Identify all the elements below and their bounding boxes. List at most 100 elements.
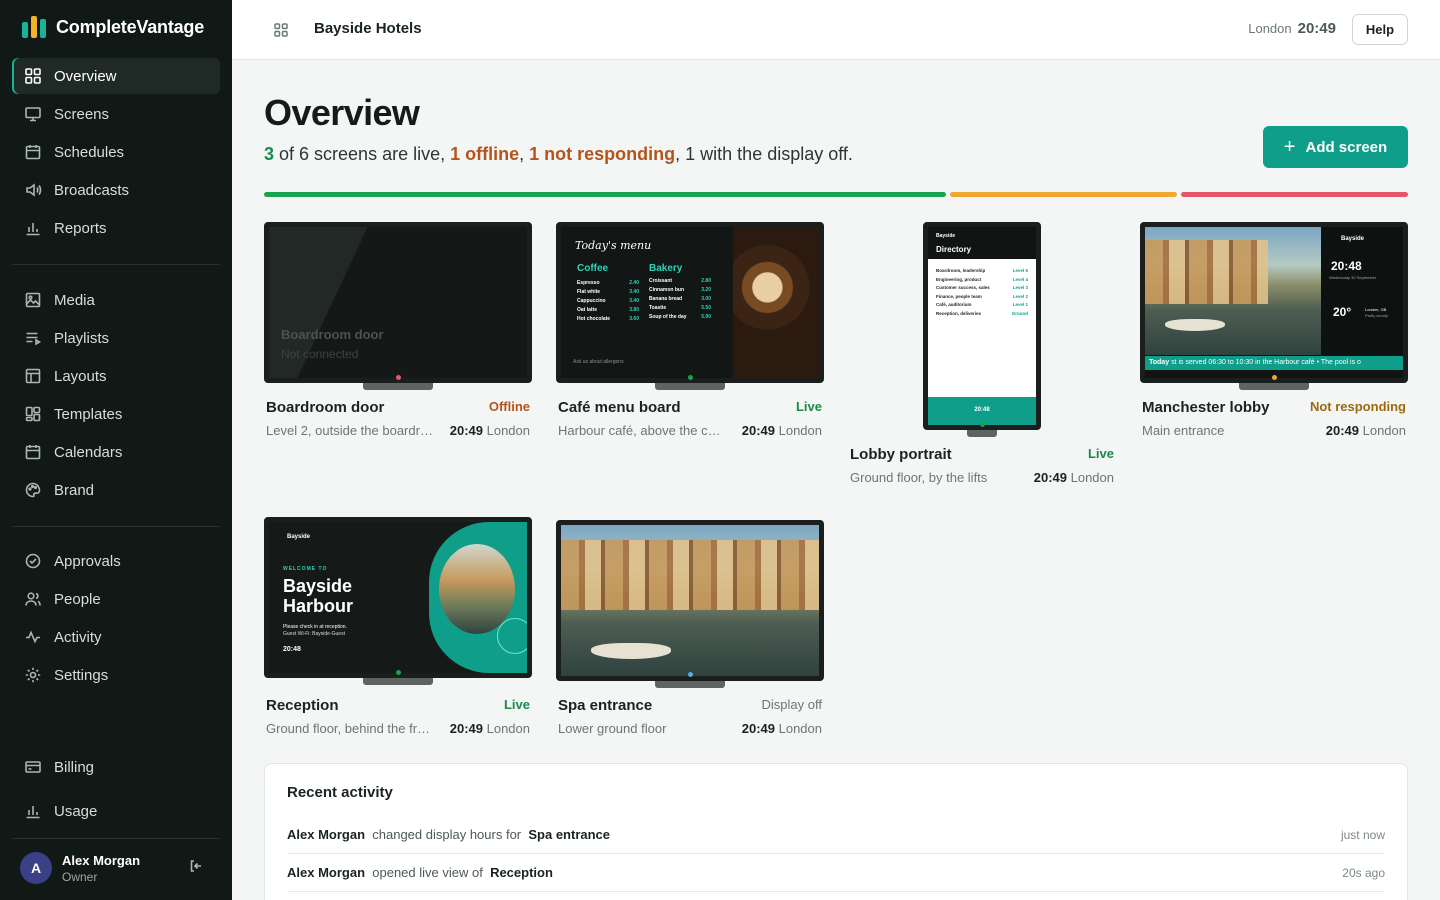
directory-row-label: Engineering, product	[936, 276, 982, 282]
welcome-clock: 20:48	[283, 646, 301, 653]
nav-divider	[12, 264, 220, 265]
directory-row-label: Reception, deliveries	[936, 310, 982, 316]
recent-activity-panel: Recent activity Alex Morgan changed disp…	[264, 763, 1408, 900]
status-led	[396, 670, 401, 675]
time-value: 20:49	[741, 721, 775, 736]
sidebar-item-label: Playlists	[54, 329, 110, 347]
summary-live-count: 3	[264, 144, 275, 164]
time-city: London	[486, 721, 530, 736]
directory-row-value: Ground	[1011, 310, 1028, 316]
sidebar-item-settings[interactable]: Settings	[12, 657, 220, 693]
activity-action: opened live view of	[372, 865, 483, 880]
bar-chart-icon	[26, 223, 40, 236]
screen-preview[interactable]	[556, 520, 824, 681]
screen-name[interactable]: Spa entrance	[558, 697, 652, 714]
screen-location: Ground floor, by the lifts	[850, 470, 988, 485]
screen-name[interactable]: Manchester lobby	[1142, 399, 1270, 416]
screen-name[interactable]: Boardroom door	[266, 399, 384, 416]
screen-stand	[655, 383, 725, 390]
activity-time: just now	[1340, 827, 1385, 842]
screen-preview[interactable]: Bayside 20:48 Wednesday 30 September 20°…	[1140, 222, 1408, 383]
time-value: 20:49	[449, 721, 483, 736]
directory-row: Boardroom, leadership Level 5	[936, 267, 1028, 276]
people-icon	[25, 592, 41, 606]
menu-row: Toastie 5.50	[649, 304, 711, 313]
screen-name[interactable]: Reception	[266, 697, 339, 714]
activity-target[interactable]: Reception	[490, 865, 553, 880]
card-icon	[25, 761, 41, 773]
decor-ring	[497, 618, 527, 654]
directory-row-label: Customer success, sales	[936, 285, 990, 290]
sidebar-item-calendars[interactable]: Calendars	[12, 434, 220, 470]
playlist-icon	[26, 332, 42, 346]
activity-actor[interactable]: Alex Morgan	[287, 827, 365, 842]
widget-temp: 20°	[1333, 305, 1352, 319]
directory-row-label: Café, auditorium	[936, 302, 972, 307]
sidebar-item-usage[interactable]: Usage	[12, 793, 220, 829]
canal-photo	[1145, 227, 1321, 355]
directory-row: Café, auditorium Level 1	[936, 301, 1028, 310]
menu-row-value: 3.00	[701, 296, 711, 302]
sidebar-item-screens[interactable]: Screens	[12, 96, 220, 132]
status-bar	[264, 192, 1408, 197]
sidebar-item-label: Brand	[54, 481, 95, 499]
activity-row[interactable]: Alex Morgan opened live view of Receptio…	[287, 854, 1385, 892]
sidebar-item-layouts[interactable]: Layouts	[12, 358, 220, 394]
sidebar-item-overview[interactable]: Overview	[12, 58, 220, 94]
brand[interactable]: CompleteVantage	[22, 16, 204, 38]
screen-stand	[967, 430, 997, 437]
sidebar-item-label: Overview	[54, 67, 117, 85]
summary-offline[interactable]: 1 offline	[450, 144, 519, 164]
sidebar-item-playlists[interactable]: Playlists	[12, 320, 220, 356]
menu-row-label: Oat latte	[577, 307, 598, 313]
menu-row-value: 3.20	[701, 287, 711, 293]
summary-not-responding[interactable]: 1 not responding	[529, 144, 675, 164]
screen-location: Main entrance	[1142, 423, 1225, 438]
menu-row: Soup of the day 5.90	[649, 313, 711, 322]
logout-icon[interactable]	[188, 858, 204, 874]
user-profile[interactable]: A Alex Morgan Owner	[20, 852, 140, 884]
sidebar-item-activity[interactable]: Activity	[12, 619, 220, 655]
header-clock: London 20:49	[1248, 20, 1336, 37]
screen-name[interactable]: Lobby portrait	[850, 446, 952, 463]
templates-icon	[25, 406, 41, 422]
status-badge: Display off	[761, 697, 822, 712]
menu-row-value: 2.80	[701, 278, 711, 284]
directory-row-value: Level 1	[1012, 302, 1028, 307]
directory-row-value: Level 3	[1012, 285, 1028, 290]
screen-preview[interactable]: Bayside WELCOME TO Bayside Harbour Pleas…	[264, 517, 532, 678]
org-name[interactable]: Bayside Hotels	[314, 20, 422, 37]
screen-location: Harbour café, above the counter	[558, 423, 722, 438]
sidebar-item-broadcasts[interactable]: Broadcasts	[12, 172, 220, 208]
activity-target[interactable]: Spa entrance	[528, 827, 610, 842]
help-button[interactable]: Help	[1352, 14, 1408, 45]
screen-name[interactable]: Café menu board	[558, 399, 681, 416]
sidebar-item-templates[interactable]: Templates	[12, 396, 220, 432]
sidebar-item-brand[interactable]: Brand	[12, 472, 220, 508]
coffee-photo	[733, 227, 819, 378]
screen-preview[interactable]: Boardroom door Not connected	[264, 222, 532, 383]
sidebar-item-people[interactable]: People	[12, 581, 220, 617]
recent-activity-title: Recent activity	[287, 784, 393, 801]
summary-text: with the display off.	[695, 144, 853, 164]
widget-condition: Partly cloudy	[1365, 313, 1388, 318]
screen-preview[interactable]: Today's menu Coffee Bakery Espresso 2.40 F…	[556, 222, 824, 383]
sidebar-item-reports[interactable]: Reports	[12, 210, 220, 246]
menu-col2-title: Bakery	[649, 263, 683, 274]
activity-actor[interactable]: Alex Morgan	[287, 865, 365, 880]
nav-divider	[12, 526, 220, 527]
activity-row[interactable]: Alex Morgan changed display hours for Sp…	[287, 816, 1385, 854]
time-city: London	[486, 423, 530, 438]
apps-grid-icon[interactable]	[273, 22, 289, 38]
sidebar-item-billing[interactable]: Billing	[12, 749, 220, 785]
screen-preview[interactable]: Bayside Directory Boardroom, leadership L…	[923, 222, 1041, 430]
pulse-icon	[26, 630, 40, 644]
sidebar-item-label: Media	[54, 291, 95, 309]
screen-time: 20:49 London	[722, 721, 822, 736]
add-screen-button[interactable]: + Add screen	[1263, 126, 1408, 168]
sidebar-item-schedules[interactable]: Schedules	[12, 134, 220, 170]
menu-footer: Ask us about allergens	[573, 359, 624, 365]
directory-row: Reception, deliveries Ground	[936, 310, 1028, 319]
sidebar-item-approvals[interactable]: Approvals	[12, 543, 220, 579]
sidebar-item-media[interactable]: Media	[12, 282, 220, 318]
